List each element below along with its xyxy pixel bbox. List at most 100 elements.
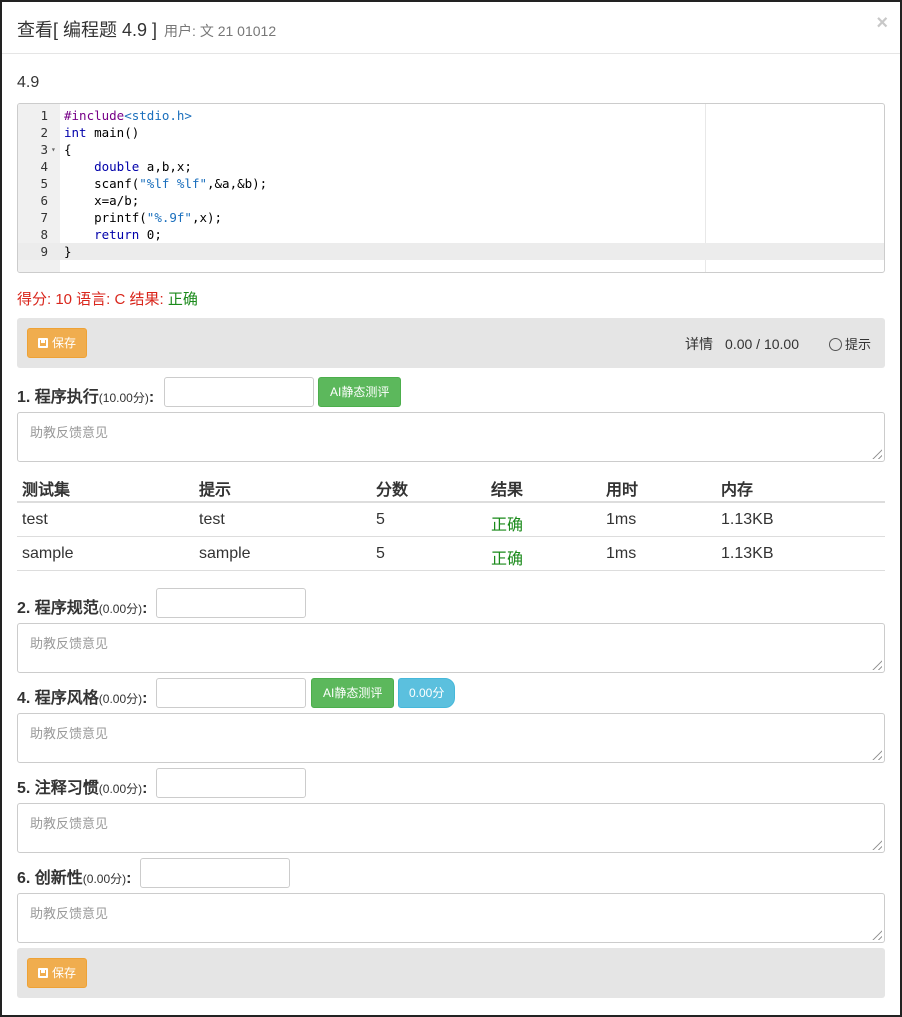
section-6-feedback[interactable]: 助教反馈意见 — [17, 893, 885, 943]
floppy-disk-icon — [38, 338, 48, 348]
line-number: 3 — [40, 142, 48, 157]
section-title: 2. 程序规范 — [17, 600, 99, 617]
section-5-label: 5. 注释习惯(0.00分): — [17, 774, 147, 798]
cell-result: 正确 — [491, 551, 524, 568]
section-5-score-input[interactable] — [156, 768, 306, 798]
code-text: scanf("%lf %lf",&a,&b); — [64, 176, 268, 191]
cell-testset: test — [22, 511, 48, 528]
section-4-label: 4. 程序风格(0.00分): — [17, 684, 147, 708]
resize-grip-icon[interactable] — [870, 447, 882, 459]
section-4-score-badge: 0.00分 — [398, 678, 456, 708]
resize-grip-icon[interactable] — [870, 748, 882, 760]
cell-memory: 1.13KB — [721, 545, 774, 562]
table-row: sample sample 5 正确 1ms 1.13KB — [17, 537, 885, 571]
section-colon: : — [142, 600, 148, 617]
cell-score: 5 — [376, 545, 385, 562]
feedback-placeholder: 助教反馈意见 — [30, 906, 109, 921]
radio-icon[interactable] — [828, 338, 842, 351]
code-line: 8 return 0; — [18, 226, 884, 243]
section-title: 6. 创新性 — [17, 870, 83, 887]
section-points: (0.00分) — [98, 692, 143, 706]
code-line: 6 x=a/b; — [18, 192, 884, 209]
hint-radio[interactable]: 提示 — [828, 334, 871, 353]
close-icon[interactable]: × — [876, 12, 888, 35]
section-5-feedback[interactable]: 助教反馈意见 — [17, 803, 885, 853]
detail-value: 0.00 / 10.00 — [725, 336, 799, 352]
line-number: 9 — [40, 244, 48, 259]
line-number: 5 — [40, 176, 48, 191]
code-line: 2 int main() — [18, 124, 884, 141]
feedback-placeholder: 助教反馈意见 — [30, 726, 109, 741]
cell-time: 1ms — [606, 545, 637, 562]
code-text: double a,b,x; — [94, 159, 192, 174]
section-points: (0.00分) — [82, 872, 127, 886]
floppy-disk-icon — [38, 968, 48, 978]
modal-header: 查看[ 编程题 4.9 ] 用户: 文 21 01012 × — [2, 2, 900, 54]
section-colon: : — [126, 870, 132, 887]
hint-label: 提示 — [844, 337, 871, 352]
code-text: #include<stdio.h> — [64, 108, 192, 123]
section-2-label: 2. 程序规范(0.00分): — [17, 594, 147, 618]
section-colon: : — [148, 389, 155, 406]
feedback-placeholder: 助教反馈意见 — [30, 816, 109, 831]
feedback-placeholder: 助教反馈意见 — [30, 425, 109, 440]
section-1-score-input[interactable] — [164, 377, 314, 407]
code-text: return 0; — [94, 227, 162, 242]
section-2-score-input[interactable] — [156, 588, 306, 618]
user-label: 用户: 文 21 01012 — [164, 23, 277, 39]
line-number: 4 — [40, 159, 48, 174]
cell-result: 正确 — [491, 517, 524, 534]
save-button-bottom[interactable]: 保存 — [27, 958, 88, 988]
section-2-feedback[interactable]: 助教反馈意见 — [17, 623, 885, 673]
line-number: 1 — [40, 108, 48, 123]
resize-grip-icon[interactable] — [870, 658, 882, 670]
detail-score: 详情 0.00 / 10.00 — [685, 334, 799, 354]
code-editor[interactable]: 1 #include<stdio.h> 2 int main() 3 ▾ { 4… — [17, 103, 885, 273]
cell-testset: sample — [22, 545, 74, 562]
code-line-active: 9 } — [18, 243, 884, 260]
cell-hint: test — [199, 511, 225, 528]
code-line: 4 double a,b,x; — [18, 158, 884, 175]
section-colon: : — [142, 780, 148, 797]
section-4-ai-eval-button[interactable]: AI静态测评 — [311, 678, 395, 708]
code-line: 7 printf("%.9f",x); — [18, 209, 884, 226]
code-line: 5 scanf("%lf %lf",&a,&b); — [18, 175, 884, 192]
code-text: } — [64, 244, 72, 259]
save-label: 保存 — [52, 336, 77, 350]
line-number: 6 — [40, 193, 48, 208]
section-title: 5. 注释习惯 — [17, 780, 99, 797]
bottom-toolbar: 保存 — [17, 948, 885, 998]
line-number: 2 — [40, 125, 48, 140]
section-title: 4. 程序风格 — [17, 690, 99, 707]
feedback-placeholder: 助教反馈意见 — [30, 636, 109, 651]
section-colon: : — [142, 690, 148, 707]
header-testset: 测试集 — [22, 482, 71, 499]
section-1-label: 1. 程序执行(10.00分): — [17, 383, 154, 407]
result-prefix: 得分: 10 语言: C 结果: — [17, 291, 168, 308]
top-toolbar: 保存 详情 0.00 / 10.00 提示 — [17, 318, 885, 368]
section-1-ai-eval-button[interactable]: AI静态测评 — [318, 377, 402, 407]
section-6-score-input[interactable] — [140, 858, 290, 888]
question-name: 4.9 — [17, 74, 40, 91]
code-line: 3 ▾ { — [18, 141, 884, 158]
result-status: 正确 — [167, 291, 198, 308]
section-1-feedback[interactable]: 助教反馈意见 — [17, 412, 885, 462]
section-4-score-input[interactable] — [156, 678, 306, 708]
code-text: { — [64, 142, 72, 157]
fold-icon[interactable]: ▾ — [51, 141, 56, 158]
header-hint: 提示 — [199, 482, 232, 499]
save-label: 保存 — [52, 966, 77, 980]
title-text: 查看[ 编程题 4.9 ] — [17, 20, 158, 40]
section-points: (0.00分) — [98, 782, 143, 796]
section-4-feedback[interactable]: 助教反馈意见 — [17, 713, 885, 763]
cell-memory: 1.13KB — [721, 511, 774, 528]
section-points: (10.00分) — [98, 391, 149, 405]
line-number: 7 — [40, 210, 48, 225]
result-summary: 得分: 10 语言: C 结果: 正确 — [17, 288, 198, 309]
code-line: 1 #include<stdio.h> — [18, 107, 884, 124]
save-button[interactable]: 保存 — [27, 328, 88, 358]
modal-title: 查看[ 编程题 4.9 ] 用户: 文 21 01012 — [17, 16, 276, 42]
section-points: (0.00分) — [98, 602, 143, 616]
resize-grip-icon[interactable] — [870, 928, 882, 940]
resize-grip-icon[interactable] — [870, 838, 882, 850]
